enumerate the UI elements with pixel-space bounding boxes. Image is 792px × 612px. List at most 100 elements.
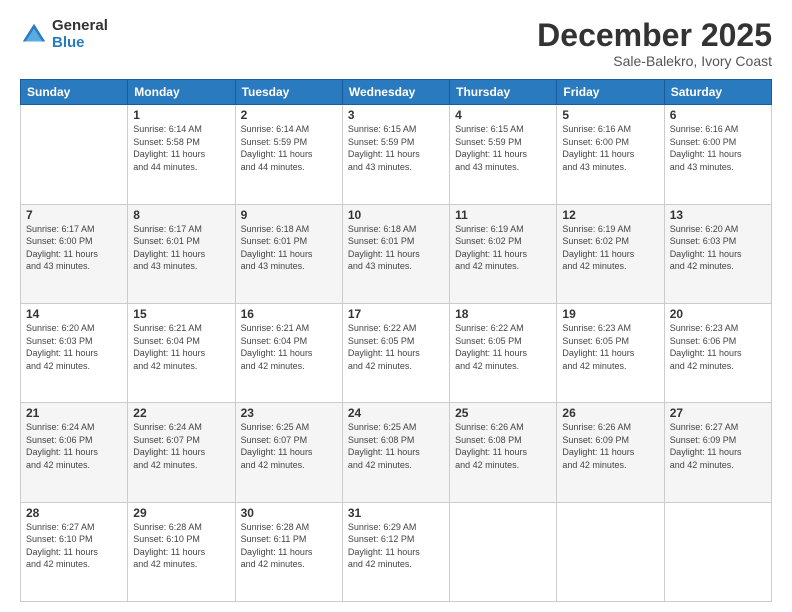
day-number: 29: [133, 506, 229, 520]
day-info: Sunrise: 6:18 AM Sunset: 6:01 PM Dayligh…: [241, 223, 337, 273]
day-info: Sunrise: 6:25 AM Sunset: 6:08 PM Dayligh…: [348, 421, 444, 471]
calendar-cell: 6Sunrise: 6:16 AM Sunset: 6:00 PM Daylig…: [664, 105, 771, 204]
calendar-table: SundayMondayTuesdayWednesdayThursdayFrid…: [20, 79, 772, 602]
day-number: 25: [455, 406, 551, 420]
header: General Blue December 2025 Sale-Balekro,…: [20, 18, 772, 69]
calendar-cell: 16Sunrise: 6:21 AM Sunset: 6:04 PM Dayli…: [235, 303, 342, 402]
calendar-cell: 29Sunrise: 6:28 AM Sunset: 6:10 PM Dayli…: [128, 502, 235, 601]
calendar-cell: 20Sunrise: 6:23 AM Sunset: 6:06 PM Dayli…: [664, 303, 771, 402]
calendar-cell: 4Sunrise: 6:15 AM Sunset: 5:59 PM Daylig…: [450, 105, 557, 204]
calendar-cell: 21Sunrise: 6:24 AM Sunset: 6:06 PM Dayli…: [21, 403, 128, 502]
day-number: 11: [455, 208, 551, 222]
day-number: 23: [241, 406, 337, 420]
calendar-cell: 17Sunrise: 6:22 AM Sunset: 6:05 PM Dayli…: [342, 303, 449, 402]
day-info: Sunrise: 6:22 AM Sunset: 6:05 PM Dayligh…: [348, 322, 444, 372]
logo: General Blue: [20, 18, 108, 51]
day-info: Sunrise: 6:19 AM Sunset: 6:02 PM Dayligh…: [562, 223, 658, 273]
calendar-cell: 18Sunrise: 6:22 AM Sunset: 6:05 PM Dayli…: [450, 303, 557, 402]
day-number: 7: [26, 208, 122, 222]
day-number: 21: [26, 406, 122, 420]
day-number: 6: [670, 108, 766, 122]
day-info: Sunrise: 6:17 AM Sunset: 6:00 PM Dayligh…: [26, 223, 122, 273]
subtitle: Sale-Balekro, Ivory Coast: [537, 53, 772, 69]
day-number: 24: [348, 406, 444, 420]
logo-text: General Blue: [52, 18, 108, 51]
calendar-cell: 2Sunrise: 6:14 AM Sunset: 5:59 PM Daylig…: [235, 105, 342, 204]
day-number: 9: [241, 208, 337, 222]
col-header-tuesday: Tuesday: [235, 80, 342, 105]
day-number: 28: [26, 506, 122, 520]
day-number: 16: [241, 307, 337, 321]
day-number: 8: [133, 208, 229, 222]
title-block: December 2025 Sale-Balekro, Ivory Coast: [537, 18, 772, 69]
col-header-friday: Friday: [557, 80, 664, 105]
col-header-saturday: Saturday: [664, 80, 771, 105]
day-number: 19: [562, 307, 658, 321]
week-row-1: 1Sunrise: 6:14 AM Sunset: 5:58 PM Daylig…: [21, 105, 772, 204]
day-info: Sunrise: 6:21 AM Sunset: 6:04 PM Dayligh…: [241, 322, 337, 372]
calendar-cell: 30Sunrise: 6:28 AM Sunset: 6:11 PM Dayli…: [235, 502, 342, 601]
calendar-cell: 28Sunrise: 6:27 AM Sunset: 6:10 PM Dayli…: [21, 502, 128, 601]
calendar-cell: 11Sunrise: 6:19 AM Sunset: 6:02 PM Dayli…: [450, 204, 557, 303]
day-info: Sunrise: 6:25 AM Sunset: 6:07 PM Dayligh…: [241, 421, 337, 471]
day-info: Sunrise: 6:15 AM Sunset: 5:59 PM Dayligh…: [348, 123, 444, 173]
day-number: 5: [562, 108, 658, 122]
calendar-cell: 25Sunrise: 6:26 AM Sunset: 6:08 PM Dayli…: [450, 403, 557, 502]
calendar-cell: [557, 502, 664, 601]
calendar-cell: 31Sunrise: 6:29 AM Sunset: 6:12 PM Dayli…: [342, 502, 449, 601]
day-info: Sunrise: 6:27 AM Sunset: 6:09 PM Dayligh…: [670, 421, 766, 471]
calendar-cell: [21, 105, 128, 204]
day-info: Sunrise: 6:20 AM Sunset: 6:03 PM Dayligh…: [26, 322, 122, 372]
day-number: 1: [133, 108, 229, 122]
day-info: Sunrise: 6:27 AM Sunset: 6:10 PM Dayligh…: [26, 521, 122, 571]
calendar-cell: 23Sunrise: 6:25 AM Sunset: 6:07 PM Dayli…: [235, 403, 342, 502]
logo-blue: Blue: [52, 35, 108, 52]
calendar-cell: 5Sunrise: 6:16 AM Sunset: 6:00 PM Daylig…: [557, 105, 664, 204]
calendar-cell: 3Sunrise: 6:15 AM Sunset: 5:59 PM Daylig…: [342, 105, 449, 204]
calendar-cell: 13Sunrise: 6:20 AM Sunset: 6:03 PM Dayli…: [664, 204, 771, 303]
day-info: Sunrise: 6:28 AM Sunset: 6:11 PM Dayligh…: [241, 521, 337, 571]
calendar-cell: 12Sunrise: 6:19 AM Sunset: 6:02 PM Dayli…: [557, 204, 664, 303]
calendar-cell: 10Sunrise: 6:18 AM Sunset: 6:01 PM Dayli…: [342, 204, 449, 303]
calendar-cell: 24Sunrise: 6:25 AM Sunset: 6:08 PM Dayli…: [342, 403, 449, 502]
calendar-cell: 14Sunrise: 6:20 AM Sunset: 6:03 PM Dayli…: [21, 303, 128, 402]
logo-general: General: [52, 18, 108, 35]
main-title: December 2025: [537, 18, 772, 53]
day-info: Sunrise: 6:21 AM Sunset: 6:04 PM Dayligh…: [133, 322, 229, 372]
day-number: 18: [455, 307, 551, 321]
col-header-wednesday: Wednesday: [342, 80, 449, 105]
day-info: Sunrise: 6:29 AM Sunset: 6:12 PM Dayligh…: [348, 521, 444, 571]
day-number: 15: [133, 307, 229, 321]
day-info: Sunrise: 6:17 AM Sunset: 6:01 PM Dayligh…: [133, 223, 229, 273]
day-number: 4: [455, 108, 551, 122]
day-info: Sunrise: 6:26 AM Sunset: 6:08 PM Dayligh…: [455, 421, 551, 471]
calendar-cell: 9Sunrise: 6:18 AM Sunset: 6:01 PM Daylig…: [235, 204, 342, 303]
calendar-cell: 19Sunrise: 6:23 AM Sunset: 6:05 PM Dayli…: [557, 303, 664, 402]
day-number: 13: [670, 208, 766, 222]
calendar-cell: 22Sunrise: 6:24 AM Sunset: 6:07 PM Dayli…: [128, 403, 235, 502]
week-row-3: 14Sunrise: 6:20 AM Sunset: 6:03 PM Dayli…: [21, 303, 772, 402]
col-header-thursday: Thursday: [450, 80, 557, 105]
day-info: Sunrise: 6:28 AM Sunset: 6:10 PM Dayligh…: [133, 521, 229, 571]
day-info: Sunrise: 6:16 AM Sunset: 6:00 PM Dayligh…: [670, 123, 766, 173]
day-info: Sunrise: 6:18 AM Sunset: 6:01 PM Dayligh…: [348, 223, 444, 273]
week-row-5: 28Sunrise: 6:27 AM Sunset: 6:10 PM Dayli…: [21, 502, 772, 601]
calendar-cell: 26Sunrise: 6:26 AM Sunset: 6:09 PM Dayli…: [557, 403, 664, 502]
day-number: 31: [348, 506, 444, 520]
day-number: 26: [562, 406, 658, 420]
calendar-cell: [450, 502, 557, 601]
day-info: Sunrise: 6:26 AM Sunset: 6:09 PM Dayligh…: [562, 421, 658, 471]
day-info: Sunrise: 6:20 AM Sunset: 6:03 PM Dayligh…: [670, 223, 766, 273]
calendar-cell: [664, 502, 771, 601]
day-info: Sunrise: 6:14 AM Sunset: 5:59 PM Dayligh…: [241, 123, 337, 173]
calendar-cell: 15Sunrise: 6:21 AM Sunset: 6:04 PM Dayli…: [128, 303, 235, 402]
week-row-4: 21Sunrise: 6:24 AM Sunset: 6:06 PM Dayli…: [21, 403, 772, 502]
day-info: Sunrise: 6:19 AM Sunset: 6:02 PM Dayligh…: [455, 223, 551, 273]
day-number: 14: [26, 307, 122, 321]
calendar-cell: 7Sunrise: 6:17 AM Sunset: 6:00 PM Daylig…: [21, 204, 128, 303]
col-header-sunday: Sunday: [21, 80, 128, 105]
day-number: 27: [670, 406, 766, 420]
week-row-2: 7Sunrise: 6:17 AM Sunset: 6:00 PM Daylig…: [21, 204, 772, 303]
day-info: Sunrise: 6:24 AM Sunset: 6:06 PM Dayligh…: [26, 421, 122, 471]
day-number: 10: [348, 208, 444, 222]
